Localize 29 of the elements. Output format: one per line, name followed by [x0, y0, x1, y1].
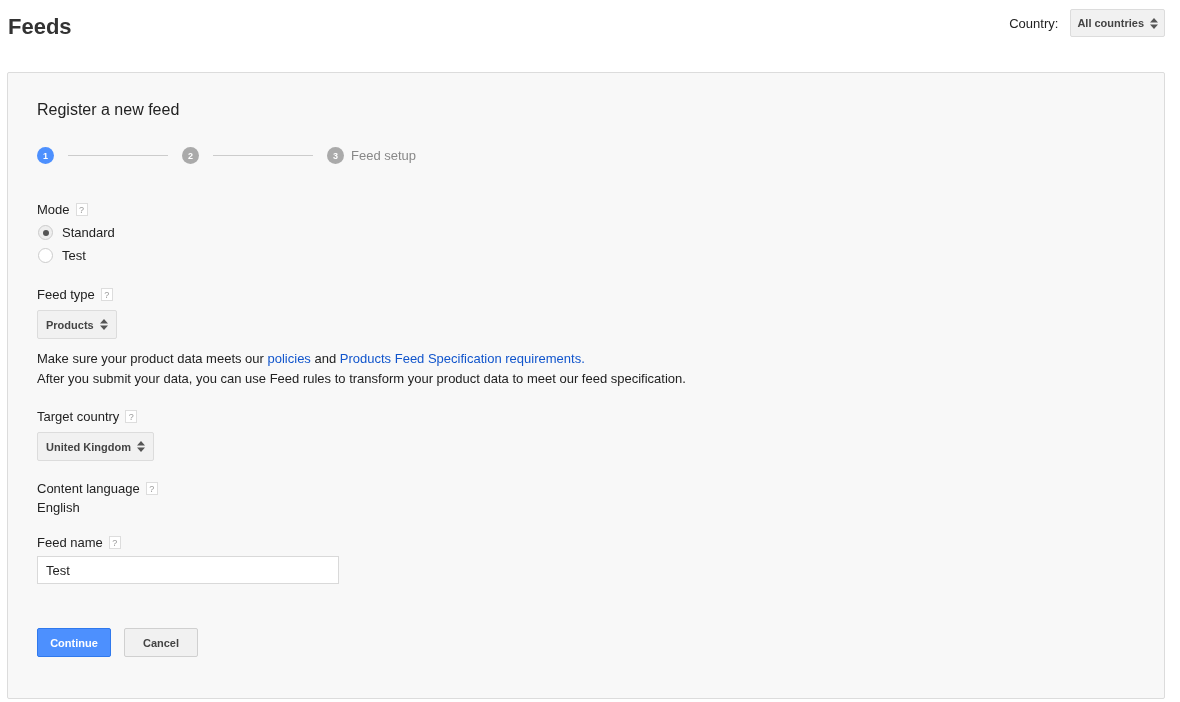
field-label: Content language [37, 481, 140, 496]
input-field[interactable]: Test [37, 556, 339, 584]
radio-label[interactable]: Standard [62, 225, 115, 240]
radio-label[interactable]: Test [62, 248, 86, 263]
step-number: 3 [327, 147, 344, 164]
radio-button[interactable] [38, 248, 53, 263]
country-dropdown[interactable]: All countries [1070, 9, 1165, 37]
panel-title: Register a new feed [37, 101, 181, 119]
info-text: After you submit your data, you can use Feed rules to transform your product data to meet our feed specification. [37, 370, 687, 388]
cancel-button[interactable]: Cancel [124, 628, 198, 657]
radio-button[interactable] [38, 225, 53, 240]
dropdown[interactable]: United Kingdom [37, 432, 154, 461]
field-label: Mode [37, 202, 70, 217]
step-number: 2 [182, 147, 199, 164]
field-label: Feed type [37, 287, 95, 302]
step-number: 1 [37, 147, 54, 164]
sort-arrows-icon [99, 319, 108, 330]
link[interactable]: policies [267, 351, 311, 366]
dropdown[interactable]: Products [37, 310, 117, 339]
step-label: Feed setup [351, 148, 417, 163]
field-label: Target country [37, 409, 120, 424]
sort-arrows-icon [136, 441, 145, 452]
link[interactable]: Products Feed Specification requirements. [339, 351, 585, 366]
field-value: English [37, 500, 81, 515]
field-label: Feed name [37, 535, 103, 550]
sort-arrows-icon [1150, 17, 1158, 29]
page-title: Feeds [8, 14, 72, 40]
country-label: Country: [1009, 15, 1059, 31]
info-text: Make sure your product data meets our policies and Products Feed Specification requirements. [37, 350, 586, 368]
